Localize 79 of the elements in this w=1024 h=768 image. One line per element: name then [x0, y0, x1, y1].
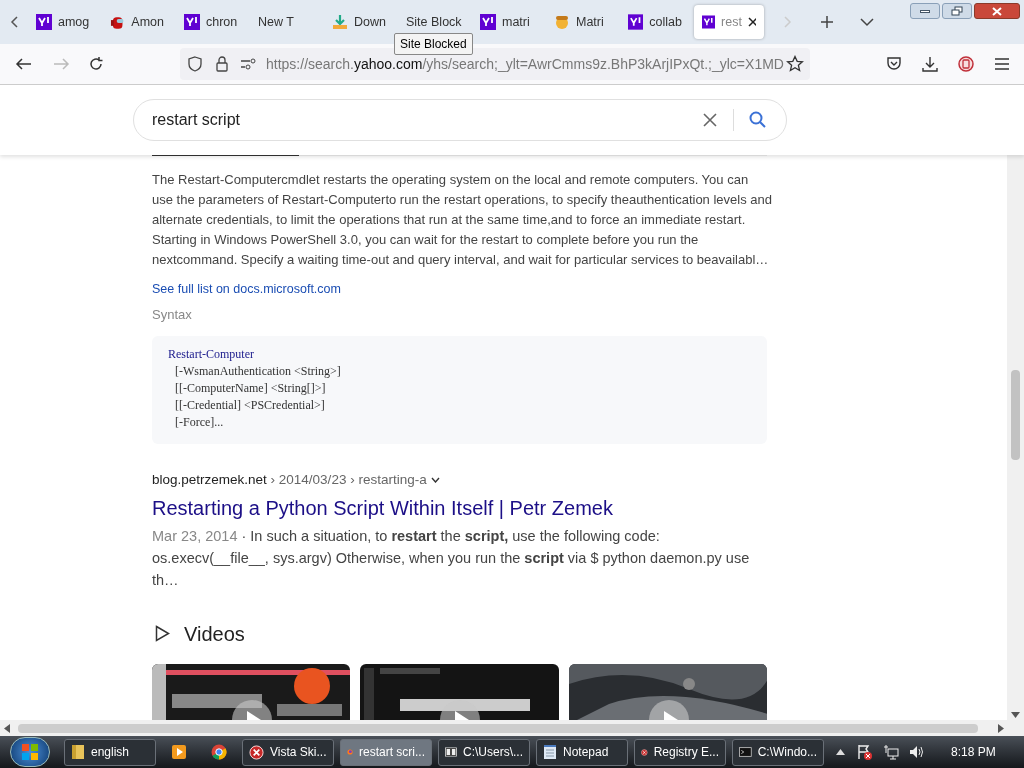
crewmate-icon — [110, 14, 126, 30]
start-button[interactable] — [10, 737, 50, 767]
browser-tab[interactable]: rest — [694, 5, 764, 39]
play-outline-icon — [155, 625, 170, 642]
terminal-icon — [739, 746, 752, 758]
network-icon[interactable] — [883, 744, 899, 760]
site-domain: blog.petrzemek.net — [152, 471, 267, 490]
new-tab-icon[interactable] — [820, 15, 834, 29]
browser-tab[interactable]: Down — [324, 5, 394, 39]
breadcrumb-path: › 2014/03/23 › restarting-a — [269, 471, 427, 490]
notepad-icon — [543, 744, 557, 760]
error-icon — [249, 744, 264, 760]
archive-app-icon — [445, 746, 457, 758]
taskbar-button[interactable]: C:\Users\... — [438, 738, 530, 766]
extension-icon[interactable] — [958, 56, 974, 72]
restore-icon — [951, 6, 963, 16]
scroll-left-arrow-icon[interactable] — [4, 724, 10, 733]
close-button[interactable] — [974, 3, 1020, 19]
browser-tab[interactable]: New T — [250, 5, 320, 39]
taskbar-button[interactable]: restart scri... — [340, 738, 432, 766]
url-text: https://search.yahoo.com/yhs/search;_ylt=AwrCmms9z.BhP3kArjIPxQt.;_ylc=X1MD — [266, 54, 784, 74]
result-description: The Restart-Computercmdlet restarts the operating system on the local and remote computers. You can use the parameters of Restart-Computerto run the restart operations, to specify theauthentication levels and alternate credentials, to limit the operations that run at the same time,and to force an immediate restart. Starting in Windows PowerShell 3.0, you can wait for the restart to complete before you run the nextcommand. Specify a waiting time-out and query interval, and wait for particular services to beavailabl… — [152, 171, 772, 269]
taskbar-button[interactable]: Registry E... — [634, 738, 726, 766]
taskbar-button[interactable]: Vista Ski... — [242, 738, 334, 766]
address-bar[interactable]: https://search.yahoo.com/yhs/search;_ylt=AwrCmms9z.BhP3kArjIPxQt.;_ylc=X1MD — [180, 48, 810, 80]
chevron-down-icon[interactable] — [430, 477, 440, 484]
source-link[interactable]: See full list on docs.microsoft.com — [152, 280, 341, 299]
taskbar-button[interactable]: C:\Windo... — [732, 738, 824, 766]
y-logo-icon — [702, 14, 715, 30]
folder-icon — [71, 744, 85, 760]
scroll-down-icon[interactable] — [1011, 712, 1020, 718]
search-icon[interactable] — [749, 111, 766, 128]
scroll-left-icon[interactable] — [10, 15, 20, 29]
download-tray-icon — [332, 14, 348, 30]
scroll-right-arrow-icon[interactable] — [998, 724, 1004, 733]
browser-tab[interactable]: matri — [472, 5, 542, 39]
y-logo-icon — [480, 14, 496, 30]
taskbar-button[interactable]: english — [64, 738, 156, 766]
result-title[interactable]: Restarting a Python Script Within Itself | Petr Zemek — [152, 492, 613, 523]
clear-icon[interactable] — [703, 113, 717, 127]
browser-tab[interactable]: chron — [176, 5, 246, 39]
media-player-icon[interactable] — [171, 744, 187, 760]
browser-tab[interactable]: amog — [28, 5, 98, 39]
browser-tab[interactable]: collab — [620, 5, 690, 39]
lock-icon[interactable] — [216, 56, 228, 72]
restore-button[interactable] — [942, 3, 972, 19]
action-center-flag-icon[interactable] — [857, 744, 873, 760]
taskbar-button[interactable]: Notepad — [536, 738, 628, 766]
clock[interactable]: 8:18 PM — [951, 743, 996, 761]
horizontal-scrollbar-thumb[interactable] — [18, 724, 978, 733]
close-icon — [992, 6, 1002, 16]
permissions-icon[interactable] — [240, 58, 256, 70]
cartoon-icon — [554, 14, 570, 30]
back-icon[interactable] — [15, 57, 33, 71]
pocket-icon[interactable] — [886, 56, 902, 72]
tray-expand-icon[interactable] — [836, 749, 845, 755]
bookmark-star-icon[interactable] — [786, 55, 804, 73]
scrollbar-thumb[interactable] — [1011, 370, 1020, 460]
minimize-button[interactable] — [910, 3, 940, 19]
search-field[interactable]: restart script — [133, 99, 787, 141]
code-block: Restart-Computer [-WsmanAuthentication <String>] [[-ComputerName] <String[]>] [[-Credential] <PSCredential>] [-Force]... — [152, 336, 767, 445]
section-label: Syntax — [152, 305, 192, 324]
reload-icon[interactable] — [88, 56, 104, 72]
y-logo-icon — [184, 14, 200, 30]
tab-list-icon[interactable] — [860, 17, 874, 27]
download-icon[interactable] — [922, 56, 938, 72]
chrome-icon[interactable] — [211, 744, 227, 760]
menu-icon[interactable] — [995, 58, 1009, 70]
windows-logo-icon — [21, 743, 39, 761]
y-logo-icon — [36, 14, 52, 30]
tooltip: Site Blocked — [394, 33, 473, 55]
close-tab-icon[interactable] — [747, 17, 756, 27]
y-logo-icon — [628, 14, 644, 30]
shield-icon[interactable] — [188, 56, 202, 72]
result-snippet: Mar 23, 2014 · In such a situation, to restart the script, use the following code: os.execv(__file__, sys.argv) Otherwise, when you run the script via $ python daemon.py use th… — [152, 526, 751, 590]
section-heading: Videos — [184, 621, 245, 647]
volume-icon[interactable] — [909, 744, 925, 760]
browser-tab[interactable]: Amon — [102, 5, 172, 39]
browser-tab[interactable]: Matri — [546, 5, 616, 39]
